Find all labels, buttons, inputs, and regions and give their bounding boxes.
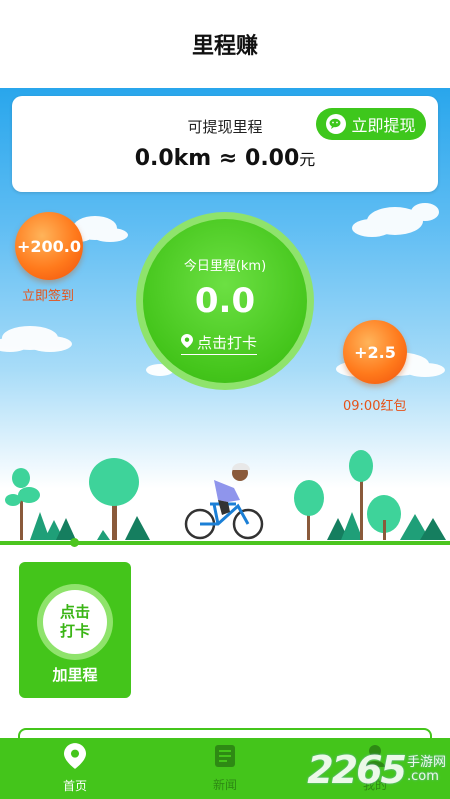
withdraw-card: 可提现里程 0.0km ≈ 0.00元 立即提现 (12, 96, 438, 192)
approx-sign: ≈ (218, 146, 238, 171)
checkin-label: 点击打卡 (197, 334, 258, 352)
location-pin-icon (64, 743, 86, 773)
tab-home[interactable]: 首页 (0, 738, 150, 799)
cycling-scene-illustration (5, 450, 446, 540)
signin-bonus-orb[interactable]: +200.0 (15, 212, 83, 280)
km-unit: km (173, 146, 212, 171)
redpacket-caption[interactable]: 09:00红包 (343, 395, 406, 414)
tile-label: 加里程 (52, 666, 98, 684)
signin-bonus-value: +200.0 (16, 236, 81, 256)
location-pin-icon (181, 333, 193, 352)
km-value: 0.0 (134, 146, 174, 171)
tab-news[interactable]: 新闻 (150, 738, 300, 799)
today-mileage-label: 今日里程(km) (183, 259, 267, 274)
today-mileage-value: 0.0 (194, 281, 256, 321)
withdrawable-value: 0.0km ≈ 0.00元 (12, 146, 438, 171)
tile-circle-line1: 点击 (59, 603, 90, 621)
wechat-icon (326, 114, 347, 134)
site-watermark: 2265 手游网 .com (307, 748, 446, 792)
tile-checkin-circle[interactable]: 点击 打卡 (43, 590, 107, 654)
watermark-line1: 手游网 (406, 755, 446, 770)
redpacket-bonus-orb[interactable]: +2.5 (343, 320, 407, 384)
add-mileage-tile[interactable]: 点击 打卡 加里程 (19, 562, 131, 698)
app-header: 里程赚 (0, 0, 450, 88)
checkin-link[interactable]: 点击打卡 (181, 332, 258, 355)
page-title: 里程赚 (191, 34, 258, 59)
tab-news-label: 新闻 (212, 778, 237, 792)
withdraw-button-label: 立即提现 (351, 116, 416, 135)
redpacket-bonus-value: +2.5 (354, 342, 396, 362)
ground-progress-dot (70, 538, 79, 547)
ground-line (0, 541, 450, 545)
withdraw-button[interactable]: 立即提现 (316, 108, 426, 140)
watermark-line2: .com (406, 769, 439, 784)
money-value: 0.00 (245, 146, 300, 171)
tab-home-label: 首页 (62, 779, 87, 793)
money-unit: 元 (299, 150, 316, 169)
tile-circle-line2: 打卡 (59, 622, 90, 640)
watermark-number: 2265 (307, 748, 407, 792)
signin-caption[interactable]: 立即签到 (22, 285, 74, 304)
today-mileage-circle: 今日里程(km) 0.0 点击打卡 (136, 212, 314, 390)
news-icon (214, 744, 236, 772)
